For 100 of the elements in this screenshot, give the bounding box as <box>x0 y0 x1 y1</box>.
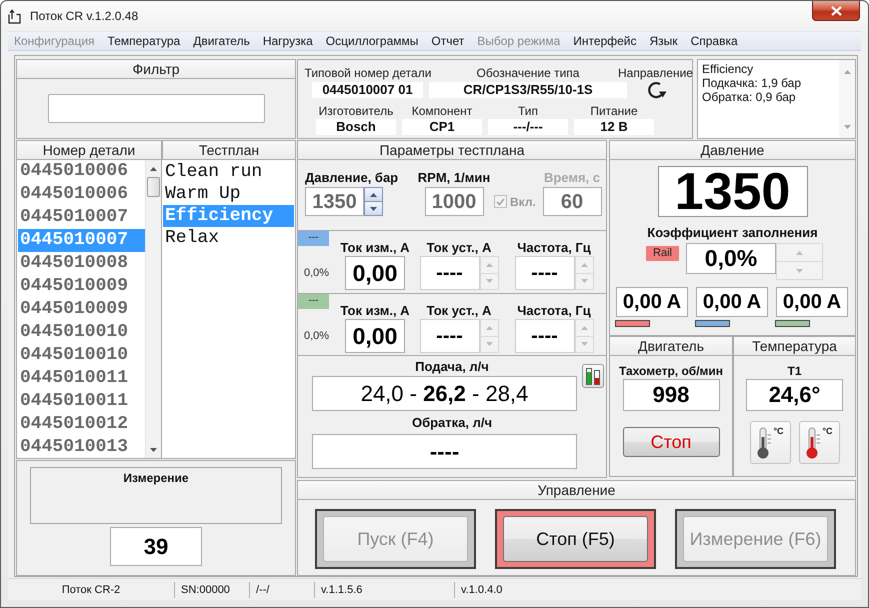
current-readout: 0,00 A <box>696 287 768 317</box>
return-field: ---- <box>312 434 577 469</box>
menu-item[interactable]: Осциллограммы <box>319 32 425 50</box>
scrollbar-thumb[interactable] <box>147 177 160 197</box>
caret-up-icon <box>580 262 588 267</box>
field-label: Ток уст., А <box>426 303 492 318</box>
caret-down-icon <box>150 448 157 452</box>
bar-chart-icon <box>585 367 601 385</box>
thermometer-button[interactable]: °C <box>750 421 790 464</box>
pressure-readout: 1350 <box>658 166 808 217</box>
rotate-clockwise-icon <box>647 80 667 100</box>
section-header: Температура <box>733 336 856 356</box>
pressure-setpoint-field[interactable]: 1350 <box>305 187 364 216</box>
channel-tag: --- <box>298 294 329 309</box>
caret-down-icon <box>370 206 377 210</box>
setting-label: RPM, 1/мин <box>418 170 490 185</box>
section-header: Управление <box>297 480 856 500</box>
part-number-item[interactable]: 0445010008 <box>18 252 145 275</box>
setting-field[interactable]: 1000 <box>424 187 484 216</box>
caret-down-icon <box>580 279 588 284</box>
part-number-item[interactable]: 0445010006 <box>18 160 145 183</box>
part-number-item[interactable]: 0445010011 <box>18 367 145 390</box>
info-text-line: Подкачка: 1,9 бар <box>702 76 802 90</box>
field-label: Ток изм., А <box>340 240 410 255</box>
setting-label: Давление, бар <box>305 170 398 185</box>
close-button[interactable] <box>812 1 860 21</box>
info-label: Тип <box>518 104 538 118</box>
menu-item[interactable]: Интерфейс <box>566 32 644 50</box>
close-icon <box>830 6 842 16</box>
menu-item[interactable]: Нагрузка <box>256 32 320 50</box>
menu-item[interactable]: Справка <box>684 32 744 50</box>
channel-tag: --- <box>298 231 329 246</box>
caret-up-icon <box>486 326 492 330</box>
caret-down-icon <box>486 342 492 346</box>
filter-input[interactable] <box>48 94 264 123</box>
section-header: Двигатель <box>609 336 733 356</box>
field-label: Частота, Гц <box>517 240 591 255</box>
part-number-item[interactable]: 0445010011 <box>18 390 145 413</box>
measurement-panel: Измерение <box>30 467 282 524</box>
current-field[interactable]: 0,00 <box>345 319 405 353</box>
menu-item[interactable]: Температура <box>101 32 187 50</box>
caret-up-icon <box>844 70 850 74</box>
duty-readout: 0,0% <box>304 267 330 279</box>
current-readout: 0,00 A <box>616 287 688 317</box>
part-number-item[interactable]: 0445010007 <box>18 229 145 252</box>
control-button[interactable]: Стоп (F5) <box>503 516 648 562</box>
part-number-item[interactable]: 0445010012 <box>18 413 145 436</box>
info-label: Обозначение типа <box>476 66 580 81</box>
thermometer-button[interactable]: °C <box>798 421 840 464</box>
field-label: Коэффициент заполнения <box>647 226 818 240</box>
part-number-item[interactable]: 0445010007 <box>18 206 145 229</box>
caret-up-icon <box>580 326 588 330</box>
field-label: Ток изм., А <box>340 303 410 318</box>
menu-item[interactable]: Двигатель <box>186 32 256 50</box>
caret-up-icon <box>370 192 377 196</box>
part-number-item[interactable]: 0445010006 <box>18 183 145 206</box>
info-value: CR/CP1S3/R55/10-1S <box>429 82 627 98</box>
info-value: 12 В <box>574 119 654 135</box>
current-field[interactable]: 0,00 <box>345 256 405 290</box>
chart-button[interactable] <box>582 364 604 388</box>
info-label: Типовой номер детали <box>304 66 432 81</box>
section-header: Фильтр <box>16 59 296 79</box>
field-label: Частота, Гц <box>517 303 591 318</box>
status-bar-field: SN:00000 <box>175 582 250 598</box>
field-label: Обратка, л/ч <box>412 415 492 430</box>
caret-down-icon <box>486 279 492 284</box>
testplan-item[interactable]: Relax <box>163 227 294 249</box>
part-number-item[interactable]: 0445010009 <box>18 275 145 298</box>
spin-down-button[interactable] <box>364 202 383 216</box>
testplan-item[interactable]: Warm Up <box>163 183 294 205</box>
window-title: Поток CR v.1.2.0.48 <box>30 9 138 23</box>
section-header: Параметры тестплана <box>297 140 607 160</box>
part-number-item[interactable]: 0445010010 <box>18 321 145 344</box>
caret-up-icon <box>150 166 157 170</box>
column-header: Номер детали <box>16 140 162 160</box>
status-bar-field: v.1.0.4.0 <box>455 582 861 598</box>
info-value: Bosch <box>316 119 396 135</box>
part-number-item[interactable]: 0445010010 <box>18 344 145 367</box>
part-number-item[interactable]: 0445010013 <box>18 436 145 459</box>
info-label: Изготовитель <box>318 104 394 118</box>
measurement-count-field: 39 <box>110 527 202 566</box>
testplan-item[interactable]: Efficiency <box>163 205 294 227</box>
menu-item[interactable]: Отчет <box>424 32 471 50</box>
setting-label: Время, с <box>544 170 600 185</box>
current-readout: 0,00 A <box>776 287 848 317</box>
info-text-line: Обратка: 0,9 бар <box>702 90 797 104</box>
info-text-line: Efficiency <box>702 62 754 76</box>
status-bar-field: v.1.1.5.6 <box>315 582 455 598</box>
info-value: ---/--- <box>488 119 568 135</box>
info-value: 0445010007 01 <box>312 82 423 98</box>
testplan-item[interactable]: Clean run <box>163 161 294 183</box>
menu-item[interactable]: Язык <box>643 32 684 50</box>
field-label: Ток уст., А <box>426 240 492 255</box>
caret-up-icon <box>486 262 492 267</box>
engine-stop-button[interactable]: Стоп <box>622 427 720 457</box>
spin-up-button[interactable] <box>364 187 383 202</box>
info-label: Питание <box>590 104 638 118</box>
scrollbar[interactable] <box>145 160 161 458</box>
part-number-item[interactable]: 0445010009 <box>18 298 145 321</box>
app-icon <box>8 8 22 24</box>
